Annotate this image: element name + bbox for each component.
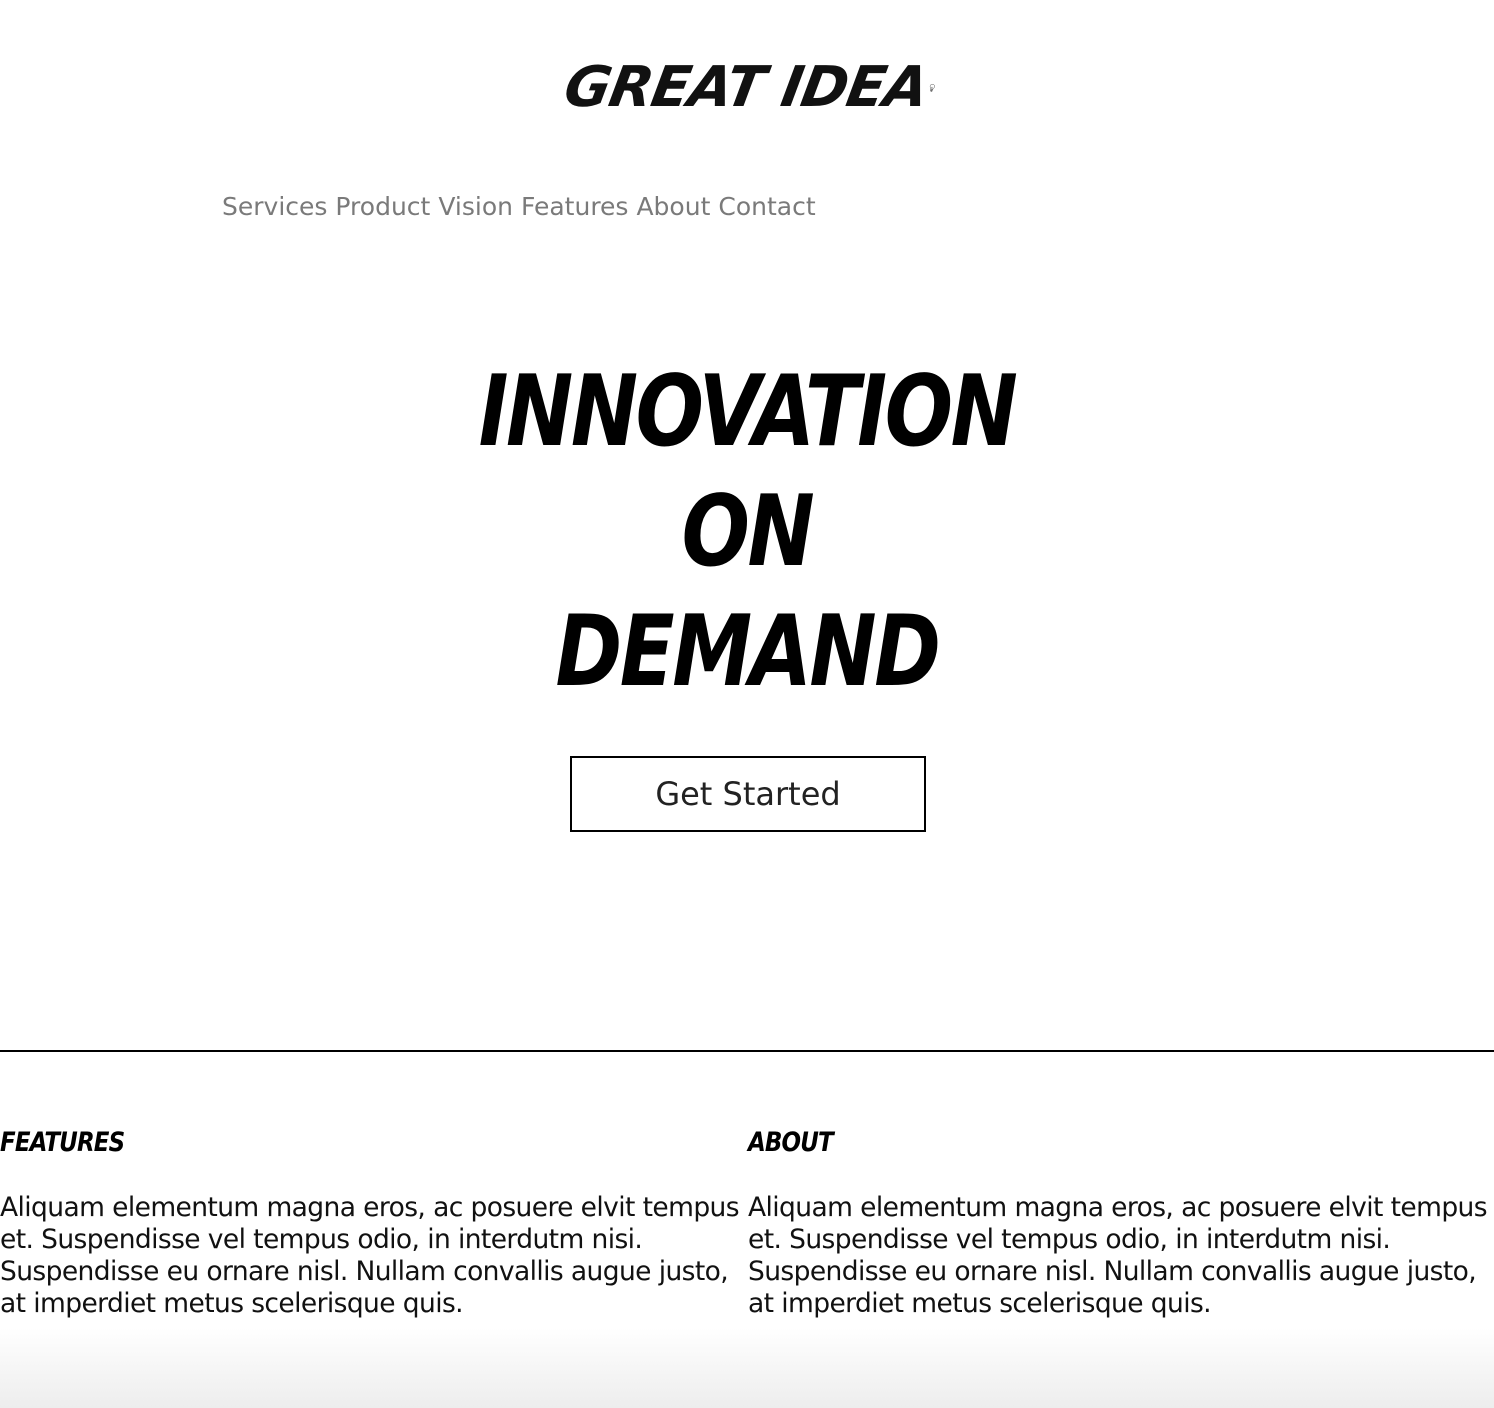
get-started-button[interactable]: Get Started [570, 756, 926, 832]
hero-title: INNOVATION ON DEMAND [134, 352, 1359, 712]
page: GREAT IDEA Services Product Vision Featu… [0, 0, 1494, 1408]
nav-item-product[interactable]: Product [335, 192, 430, 221]
main-nav: Services Product Vision Features About C… [222, 192, 816, 221]
hero-title-line-1: INNOVATION [478, 355, 1018, 469]
logo-text: GREAT IDEA [559, 55, 933, 120]
about-section: ABOUT Aliquam elementum magna eros, ac p… [748, 1120, 1490, 1320]
features-section: FEATURES Aliquam elementum magna eros, a… [0, 1120, 742, 1320]
nav-item-services[interactable]: Services [222, 192, 327, 221]
nav-item-features[interactable]: Features [521, 192, 629, 221]
section-divider [0, 1050, 1494, 1052]
features-body: Aliquam elementum magna eros, ac posuere… [0, 1192, 740, 1319]
features-heading: FEATURES [0, 1127, 125, 1158]
nav-item-about[interactable]: About [636, 192, 710, 221]
bottom-fade [0, 1328, 1494, 1408]
hero-title-line-2: ON [681, 475, 815, 589]
logo[interactable]: GREAT IDEA [559, 48, 935, 128]
about-heading: ABOUT [748, 1127, 834, 1158]
nav-item-vision[interactable]: Vision [438, 192, 513, 221]
nav-item-contact[interactable]: Contact [718, 192, 815, 221]
hero-title-line-3: DEMAND [555, 595, 941, 709]
about-body: Aliquam elementum magna eros, ac posuere… [748, 1192, 1488, 1319]
